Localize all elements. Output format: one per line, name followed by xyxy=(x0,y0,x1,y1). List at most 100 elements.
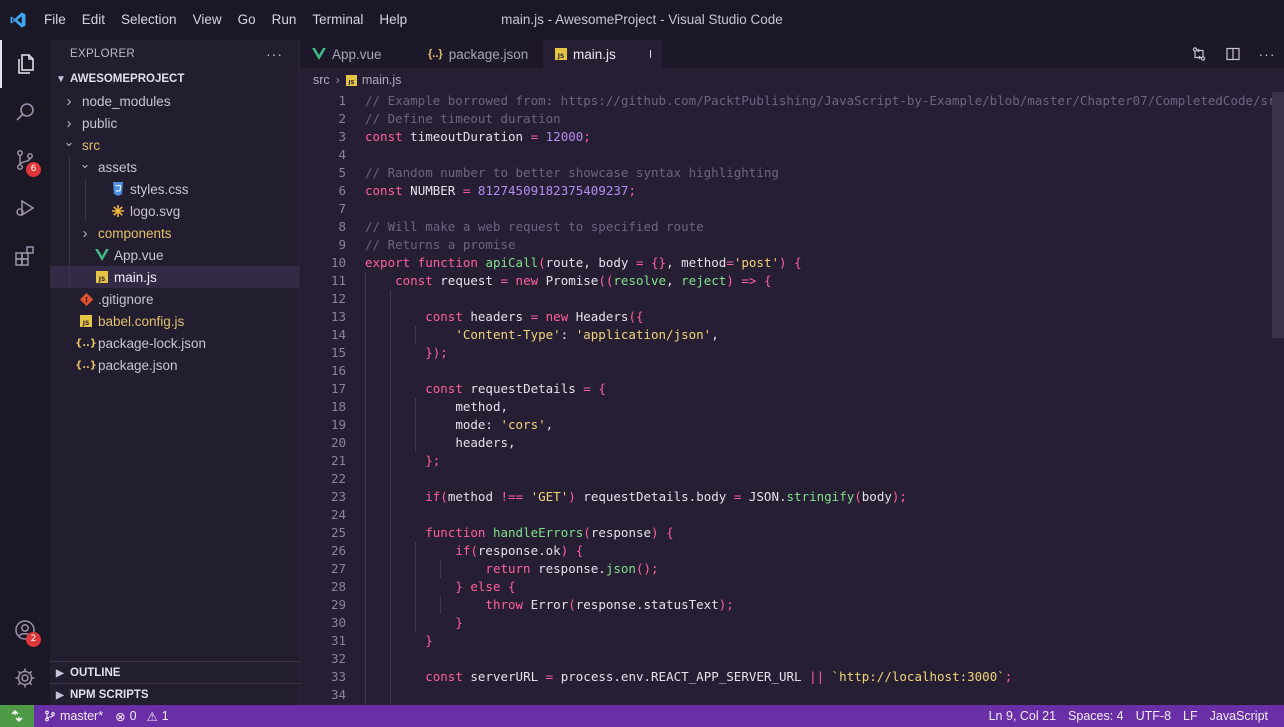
status-bar: master* ⊗ 0 ⚠ 1 Ln 9, Col 21 Spaces: 4 U… xyxy=(0,705,1284,727)
problems-indicator[interactable]: ⊗ 0 ⚠ 1 xyxy=(109,709,175,724)
explorer-icon[interactable] xyxy=(0,40,50,88)
tree-item[interactable]: › public xyxy=(50,112,299,134)
tree-item-label: src xyxy=(82,137,100,153)
code-token: !== xyxy=(500,489,524,504)
menu-selection[interactable]: Selection xyxy=(113,0,185,40)
tree-item[interactable]: {..} package.json xyxy=(50,354,299,376)
tree-item[interactable]: styles.css xyxy=(50,178,299,200)
line-number: 6 xyxy=(338,183,346,198)
accounts-badge: 2 xyxy=(26,632,41,647)
language-mode[interactable]: JavaScript xyxy=(1204,709,1274,723)
extensions-icon[interactable] xyxy=(0,232,50,280)
menu-help[interactable]: Help xyxy=(371,0,415,40)
indent-guide xyxy=(390,506,391,524)
end-of-line[interactable]: LF xyxy=(1177,709,1204,723)
code-line: mode: 'cors', xyxy=(365,416,1272,434)
tree-item[interactable]: JS babel.config.js xyxy=(50,310,299,332)
tab-app-vue[interactable]: App.vue xyxy=(300,40,416,68)
menu-go[interactable]: Go xyxy=(230,0,264,40)
tree-item[interactable]: › node_modules xyxy=(50,90,299,112)
run-debug-icon[interactable] xyxy=(0,184,50,232)
more-actions-icon[interactable]: ··· xyxy=(1250,40,1284,68)
line-number-gutter: 1 2 3 4 5 6 7 8 9 10 11 12 13 14 15 16 17 18 19 20 21 22 23 24 2… xyxy=(300,92,346,704)
tree-item-label: main.js xyxy=(114,269,157,285)
indent-guide xyxy=(390,308,391,326)
tree-item[interactable]: {..} package-lock.json xyxy=(50,332,299,354)
code-line: throw Error(response.statusText); xyxy=(365,596,1272,614)
menu-view[interactable]: View xyxy=(185,0,230,40)
breadcrumb-folder[interactable]: src xyxy=(313,73,330,87)
code-token: ({ xyxy=(628,309,644,324)
file-tree: › node_modules › public ⌄ src ⌄ assets styles.cs… xyxy=(50,90,299,376)
tab-label: main.js xyxy=(573,46,616,62)
code-token: {} xyxy=(651,255,667,270)
breadcrumb-file[interactable]: main.js xyxy=(362,73,402,87)
menu-run[interactable]: Run xyxy=(264,0,305,40)
remote-indicator-icon[interactable] xyxy=(0,705,34,727)
cursor-position[interactable]: Ln 9, Col 21 xyxy=(983,709,1062,723)
code-token: = xyxy=(635,255,644,270)
tab-main-js[interactable]: JS main.js xyxy=(543,40,663,68)
indentation[interactable]: Spaces: 4 xyxy=(1062,709,1130,723)
tree-item[interactable]: ⌄ src xyxy=(50,134,299,156)
accounts-icon[interactable]: 2 xyxy=(0,606,50,654)
vertical-scrollbar[interactable] xyxy=(1272,92,1284,338)
code-token: // Example borrowed from: https://github… xyxy=(365,93,1284,108)
branch-indicator[interactable]: master* xyxy=(38,709,109,723)
code-area[interactable]: // Example borrowed from: https://github… xyxy=(365,92,1284,704)
indent-guide xyxy=(390,542,391,560)
code-line: if(response.ok) { xyxy=(365,542,1272,560)
line-number: 2 xyxy=(338,111,346,126)
tree-item[interactable]: ⌄ assets xyxy=(50,156,299,178)
code-token: route, body xyxy=(545,255,636,270)
npm-scripts-section[interactable]: ▶ NPM SCRIPTS xyxy=(50,683,300,706)
menu-edit[interactable]: Edit xyxy=(74,0,113,40)
tree-item[interactable]: .gitignore xyxy=(50,288,299,310)
split-editor-icon[interactable] xyxy=(1216,40,1250,68)
project-name: AWESOMEPROJECT xyxy=(70,73,185,85)
encoding[interactable]: UTF-8 xyxy=(1130,709,1177,723)
tree-item-label: package.json xyxy=(98,357,178,373)
code-token: 'GET' xyxy=(530,489,569,504)
source-control-icon[interactable]: 6 xyxy=(0,136,50,184)
tree-item[interactable]: logo.svg xyxy=(50,200,299,222)
compare-changes-icon[interactable] xyxy=(1182,40,1216,68)
tree-item[interactable]: App.vue xyxy=(50,244,299,266)
svg-text:JS: JS xyxy=(98,276,106,283)
project-section-header[interactable]: ▼ AWESOMEPROJECT xyxy=(50,68,299,90)
tab-label: App.vue xyxy=(332,46,382,62)
line-number: 20 xyxy=(330,435,346,450)
search-icon[interactable] xyxy=(0,88,50,136)
tree-item[interactable]: › components xyxy=(50,222,299,244)
menu-file[interactable]: File xyxy=(36,0,74,40)
activity-bar: 6 2 xyxy=(0,40,50,705)
tree-item-label: components xyxy=(98,225,172,241)
settings-gear-icon[interactable] xyxy=(0,654,50,702)
outline-section[interactable]: ▶ OUTLINE xyxy=(50,661,300,684)
line-number: 28 xyxy=(330,579,346,594)
code-line: const NUMBER = 81274509182375409237; xyxy=(365,182,1272,200)
code-token: ; xyxy=(1004,669,1013,684)
code-token: reject xyxy=(681,273,727,288)
error-count: 0 xyxy=(129,709,137,723)
code-token: process.env.REACT_APP_SERVER_URL xyxy=(553,669,810,684)
menu-terminal[interactable]: Terminal xyxy=(304,0,371,40)
code-token: JSON. xyxy=(741,489,787,504)
more-actions-icon[interactable]: ··· xyxy=(266,46,283,62)
code-token: requestDetails.body xyxy=(575,489,734,504)
indent-guide xyxy=(390,416,391,434)
line-number: 27 xyxy=(330,561,346,576)
indent-guide xyxy=(390,470,391,488)
indent-guide xyxy=(365,362,366,380)
js-file-icon: JS xyxy=(345,74,357,86)
tree-item[interactable]: JS main.js xyxy=(50,266,299,288)
code-line: } xyxy=(365,614,1272,632)
warning-count: 1 xyxy=(161,709,169,723)
tab-package-json[interactable]: {..} package.json xyxy=(416,40,543,68)
code-editor[interactable]: 1 2 3 4 5 6 7 8 9 10 11 12 13 14 15 16 17 18 19 20 21 22 23 24 2… xyxy=(300,92,1284,705)
